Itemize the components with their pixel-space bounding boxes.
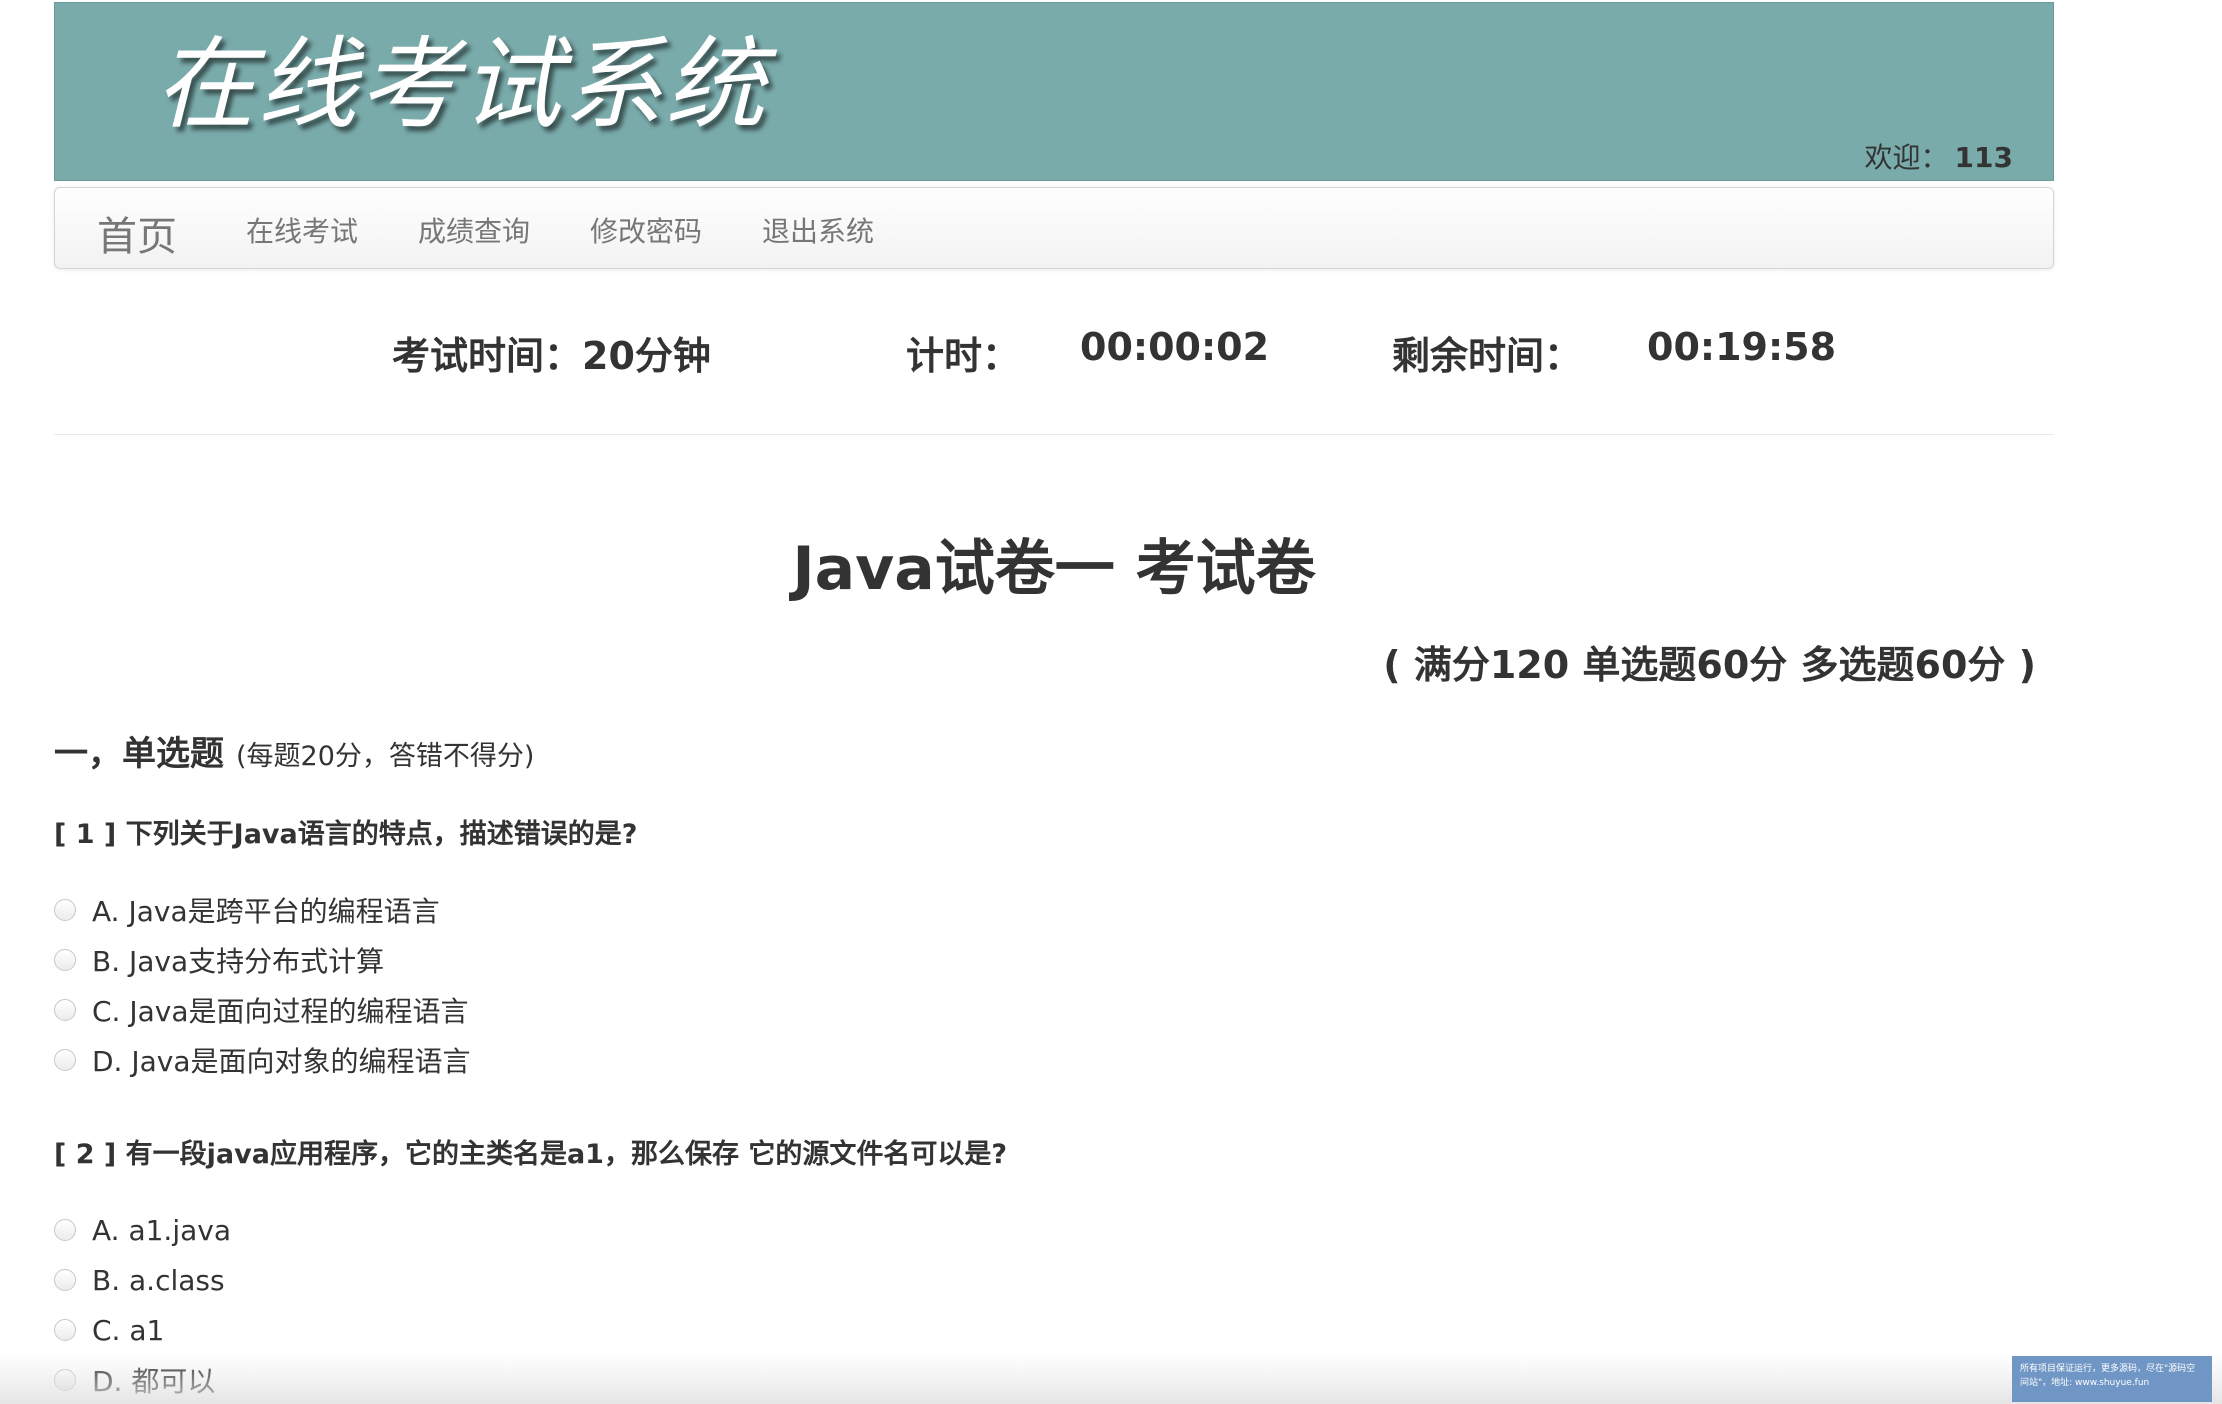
radio-button[interactable] <box>54 999 76 1021</box>
option-label: B. a.class <box>92 1263 225 1297</box>
score-info: ( 满分120 单选题60分 多选题60分 ) <box>1383 643 2036 687</box>
bottom-fade <box>0 1354 2222 1404</box>
q1-option-b[interactable]: B. Java支持分布式计算 <box>54 940 384 980</box>
username: 113 <box>1954 141 2013 174</box>
remaining-value: 00:19:58 <box>1647 325 1837 369</box>
radio-button[interactable] <box>54 949 76 971</box>
q2-option-c[interactable]: C. a1 <box>54 1310 164 1350</box>
question-2: [ 2 ] 有一段java应用程序，它的主类名是a1，那么保存 它的源文件名可以… <box>54 1139 1008 1170</box>
exam-time-label: 考试时间： <box>392 334 583 378</box>
q2-option-a[interactable]: A. a1.java <box>54 1210 231 1250</box>
section-title: 一，单选题 (每题20分，答错不得分) <box>54 726 534 775</box>
divider <box>54 434 2054 435</box>
nav-online-exam[interactable]: 在线考试 <box>246 210 358 250</box>
q1-option-d[interactable]: D. Java是面向对象的编程语言 <box>54 1040 471 1080</box>
option-label: A. Java是跨平台的编程语言 <box>92 895 440 928</box>
option-label: B. Java支持分布式计算 <box>92 945 385 978</box>
section-note: (每题20分，答错不得分) <box>236 741 535 772</box>
nav-change-password[interactable]: 修改密码 <box>590 210 702 250</box>
q2-option-b[interactable]: B. a.class <box>54 1260 225 1300</box>
exam-time: 考试时间：20分钟 <box>392 325 711 380</box>
q2-option-d[interactable]: D. 都可以 <box>54 1360 215 1400</box>
nav-logout[interactable]: 退出系统 <box>762 210 874 250</box>
q1-option-a[interactable]: A. Java是跨平台的编程语言 <box>54 890 440 930</box>
q1-option-c[interactable]: C. Java是面向过程的编程语言 <box>54 990 469 1030</box>
radio-button[interactable] <box>54 899 76 921</box>
section-title-main: 一，单选题 <box>54 734 224 774</box>
navbar: 首页 在线考试 成绩查询 修改密码 退出系统 <box>54 187 2054 269</box>
elapsed-label: 计时： <box>906 334 1021 378</box>
exam-time-value: 20分钟 <box>582 334 711 378</box>
site-title: 在线考试系统 <box>155 26 767 143</box>
question-1: [ 1 ] 下列关于Java语言的特点，描述错误的是? <box>54 819 638 850</box>
welcome-message: 欢迎： 113 <box>1865 136 2013 176</box>
remaining-label: 剩余时间： <box>1392 334 1583 378</box>
radio-button[interactable] <box>54 1369 76 1391</box>
radio-button[interactable] <box>54 1219 76 1241</box>
paper-title: Java试卷一 考试卷 <box>792 534 1316 604</box>
radio-button[interactable] <box>54 1049 76 1071</box>
radio-button[interactable] <box>54 1319 76 1341</box>
option-label: A. a1.java <box>92 1213 232 1247</box>
radio-button[interactable] <box>54 1269 76 1291</box>
header-banner: 在线考试系统 欢迎： 113 <box>54 2 2054 181</box>
welcome-label: 欢迎： <box>1864 141 1949 174</box>
nav-home[interactable]: 首页 <box>97 204 177 262</box>
option-label: D. Java是面向对象的编程语言 <box>92 1045 471 1078</box>
nav-score-query[interactable]: 成绩查询 <box>418 210 530 250</box>
option-label: C. Java是面向过程的编程语言 <box>92 995 469 1028</box>
elapsed-value: 00:00:02 <box>1080 325 1270 369</box>
option-label: D. 都可以 <box>92 1365 216 1398</box>
option-label: C. a1 <box>92 1313 165 1347</box>
watermark-badge: 所有项目保证运行，更多源码，尽在"源码空间站"，地址: www.shuyue.f… <box>2012 1356 2212 1402</box>
